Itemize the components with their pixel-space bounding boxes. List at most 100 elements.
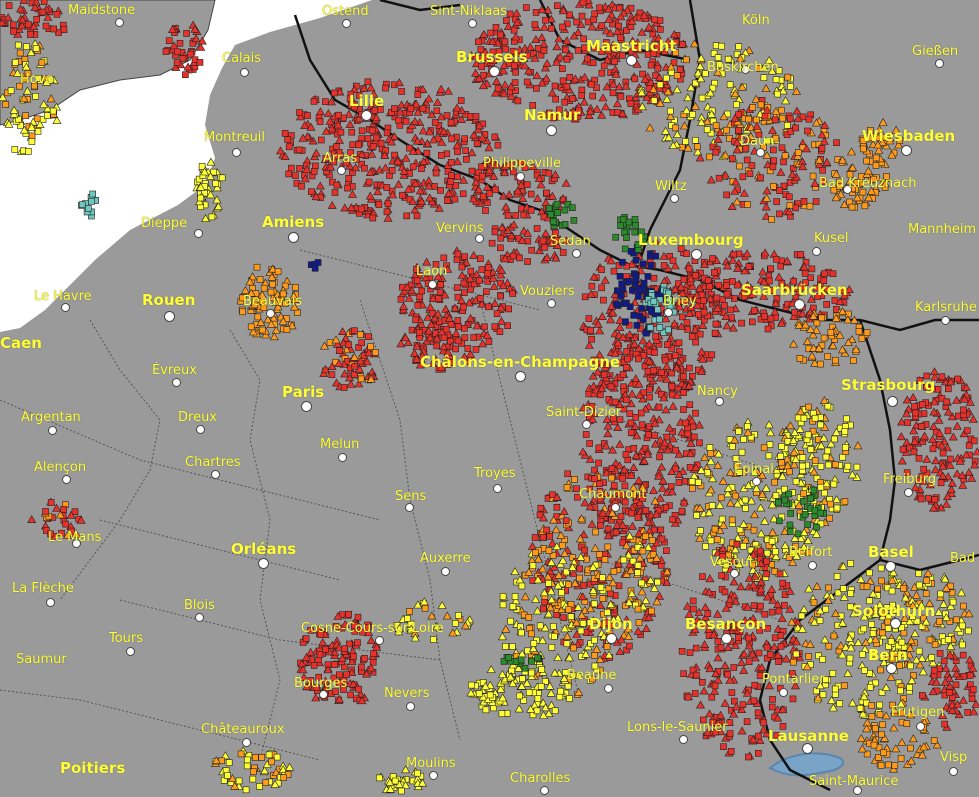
marker-square [651, 349, 658, 356]
marker-square [454, 337, 462, 345]
marker-square [492, 24, 500, 31]
marker-square [510, 26, 518, 34]
marker-square [187, 50, 194, 58]
marker-square [680, 373, 687, 381]
marker-square [509, 603, 517, 610]
marker-square [968, 695, 976, 702]
marker-square [243, 762, 251, 770]
marker-square [805, 115, 813, 123]
marker-square [462, 147, 470, 154]
marker-square [527, 207, 535, 214]
marker-square [600, 62, 608, 70]
marker-square [907, 662, 914, 670]
marker-square [648, 607, 656, 615]
marker-square [622, 300, 630, 307]
marker-square [707, 450, 714, 457]
marker-square [539, 605, 547, 613]
marker-square [634, 355, 642, 363]
marker-square [537, 504, 545, 512]
marker-square [615, 22, 623, 30]
marker-square [258, 326, 266, 334]
marker-square [660, 262, 668, 269]
marker-square [936, 618, 943, 625]
marker-square [799, 113, 807, 121]
marker-square [672, 446, 679, 454]
marker-square [596, 4, 603, 12]
marker-square [296, 109, 303, 116]
marker-square [454, 148, 461, 155]
marker-square [533, 225, 541, 232]
marker-square [322, 98, 329, 105]
marker-square [591, 651, 598, 659]
marker-square [634, 605, 642, 613]
marker-square [810, 599, 818, 607]
marker-square [632, 275, 640, 283]
marker-square [512, 68, 520, 76]
marker-square [501, 38, 509, 46]
marker-square [472, 113, 480, 120]
marker-square [388, 167, 396, 174]
marker-square [936, 650, 944, 657]
marker-square [599, 595, 607, 602]
marker-square [558, 542, 566, 549]
marker-square [628, 509, 635, 517]
marker-square [633, 322, 641, 329]
marker-square [825, 642, 833, 650]
marker-square [879, 629, 886, 637]
marker-square [298, 182, 305, 190]
map-viewport[interactable]: Maidstone Ostend Sint-Niklaas Köln Calai… [0, 0, 979, 797]
marker-square [491, 323, 499, 331]
marker-square [588, 282, 596, 290]
marker-square [638, 305, 645, 312]
marker-square [354, 613, 362, 621]
marker-square [923, 577, 931, 584]
marker-square [695, 310, 702, 318]
marker-square [804, 431, 812, 439]
marker-square [891, 762, 899, 769]
marker-square [855, 328, 863, 336]
marker-square [601, 550, 609, 558]
marker-square [454, 250, 462, 258]
marker-square [460, 303, 467, 311]
marker-square [963, 427, 971, 435]
marker-square [672, 124, 679, 132]
marker-square [969, 686, 977, 693]
marker-square [847, 590, 855, 597]
marker-square [443, 150, 451, 158]
marker-square [162, 48, 170, 55]
marker-square [506, 10, 514, 18]
marker-square [412, 316, 420, 324]
marker-square [785, 193, 793, 201]
marker-square [786, 115, 794, 123]
marker-square [624, 355, 631, 363]
marker-square [625, 277, 633, 285]
marker-square [711, 682, 719, 690]
marker-square [818, 314, 826, 322]
marker-square [869, 629, 877, 637]
marker-square [878, 730, 885, 738]
marker-square [774, 90, 781, 98]
marker-square [823, 301, 831, 308]
marker-square [965, 627, 972, 635]
marker-square [283, 326, 291, 333]
marker-square [268, 758, 275, 766]
marker-square [183, 30, 190, 37]
marker-square [570, 217, 578, 224]
marker-square [715, 174, 723, 182]
marker-square [604, 543, 612, 551]
marker-square [836, 700, 844, 707]
marker-square [525, 613, 533, 621]
marker-square [812, 198, 820, 205]
marker-square [247, 323, 255, 331]
marker-square [698, 678, 706, 686]
marker-square [656, 81, 664, 88]
marker-square [582, 431, 590, 438]
marker-square [899, 446, 907, 453]
marker-square [706, 444, 714, 451]
marker-square [590, 600, 598, 608]
marker-square [726, 730, 734, 737]
marker-square [880, 749, 888, 756]
marker-square [642, 329, 650, 337]
marker-square [724, 671, 731, 678]
marker-square [772, 76, 780, 83]
